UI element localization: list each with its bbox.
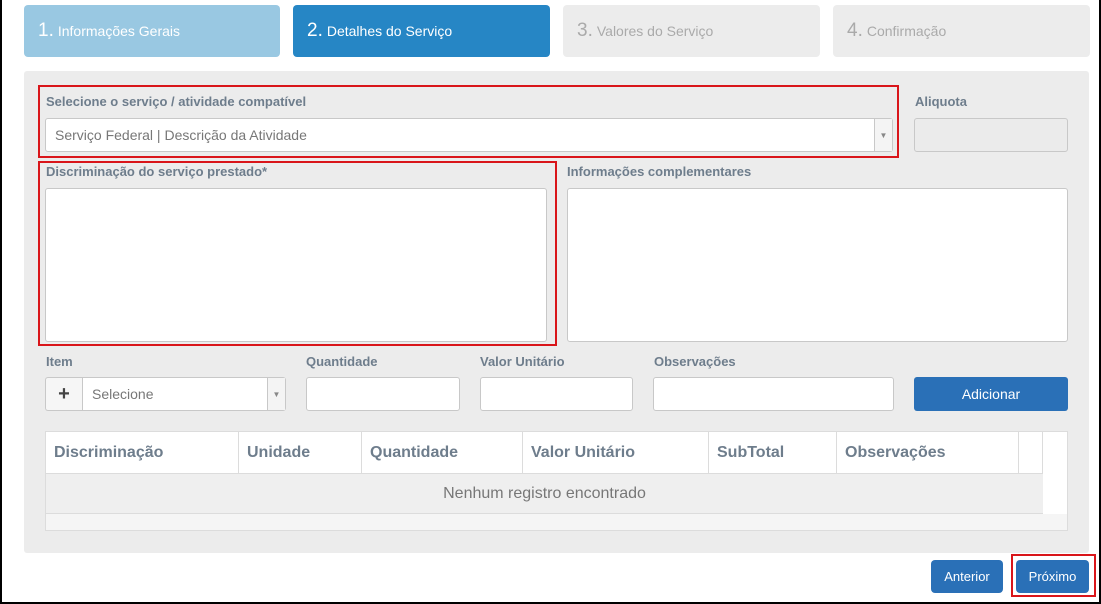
aliquota-field[interactable] [914,118,1068,152]
valor-unitario-label: Valor Unitário [480,354,565,369]
column-header-spacer [1019,432,1043,474]
item-select-placeholder: Selecione [92,386,154,402]
anterior-button[interactable]: Anterior [931,560,1003,593]
empty-table-message: Nenhum registro encontrado [46,474,1043,514]
aliquota-label: Aliquota [915,94,967,109]
item-select[interactable]: Selecione ▼ [82,377,286,411]
step-label: Confirmação [866,23,947,39]
step-number: 4. [847,20,863,41]
step-valores-servico[interactable]: 3. Valores do Serviço [563,5,820,57]
step-informacoes-gerais[interactable]: 1. Informações Gerais [24,5,280,57]
column-header-observacoes[interactable]: Observações [837,432,1019,474]
valor-unitario-input[interactable] [480,377,633,411]
step-detalhes-servico[interactable]: 2. Detalhes do Serviço [293,5,550,57]
quantidade-input[interactable] [306,377,460,411]
highlight-discriminacao [38,161,557,346]
step-number: 3. [577,20,593,41]
step-label: Detalhes do Serviço [326,23,453,39]
items-table: Discriminação Unidade Quantidade Valor U… [45,431,1068,531]
column-header-unidade[interactable]: Unidade [239,432,362,474]
highlight-proximo [1011,554,1096,597]
complementares-label: Informações complementares [567,164,752,179]
column-header-quantidade[interactable]: Quantidade [362,432,523,474]
add-item-plus-button[interactable]: + [45,377,82,411]
chevron-down-icon: ▼ [267,378,285,410]
step-label: Informações Gerais [57,23,181,39]
highlight-service-select [38,85,899,158]
adicionar-button[interactable]: Adicionar [914,377,1068,411]
complementares-textarea[interactable] [567,188,1068,342]
step-confirmacao[interactable]: 4. Confirmação [833,5,1090,57]
quantidade-label: Quantidade [306,354,378,369]
step-number: 1. [38,20,54,41]
step-label: Valores do Serviço [596,23,714,39]
observacoes-input[interactable] [653,377,894,411]
column-header-valor-unitario[interactable]: Valor Unitário [523,432,709,474]
item-label: Item [46,354,73,369]
column-header-subtotal[interactable]: SubTotal [709,432,837,474]
column-header-discriminacao[interactable]: Discriminação [46,432,239,474]
table-horizontal-scrollbar[interactable] [46,514,1067,530]
observacoes-label: Observações [654,354,736,369]
plus-icon: + [58,382,70,405]
step-number: 2. [307,20,323,41]
